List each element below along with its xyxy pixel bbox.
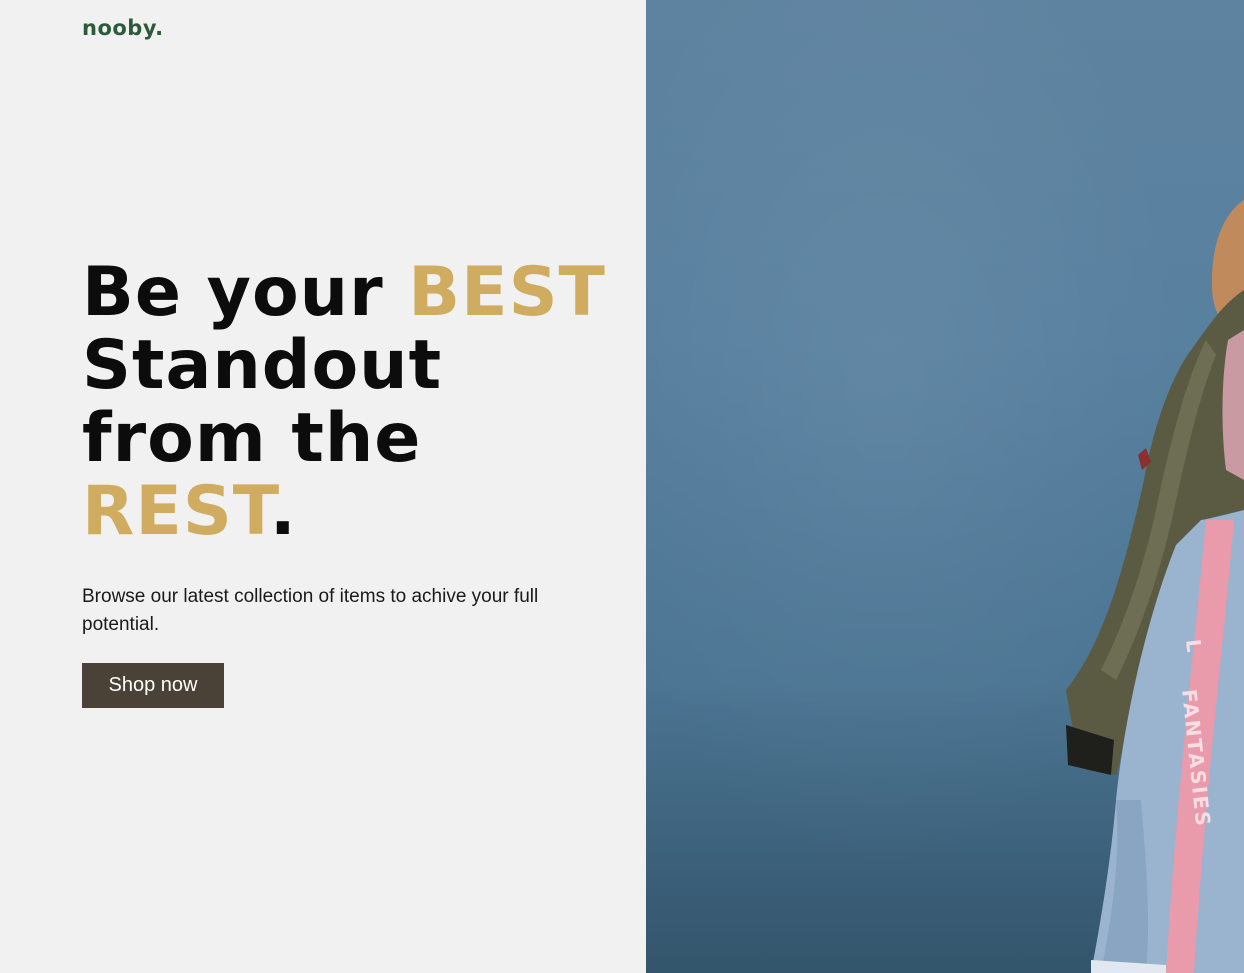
hero-description: Browse our latest collection of items to… [82,586,539,635]
headline-period: . [269,472,297,551]
headline-line-2: Standout [82,326,443,405]
headline-accent-rest: REST [82,472,270,551]
shop-now-button[interactable]: Shop now [82,663,224,708]
model-photo: FANTASIES L [1066,200,1244,973]
headline-line-4: REST. [82,475,622,548]
headline-text: Be your [82,253,409,332]
headline-accent-best: BEST [408,253,606,332]
hero-headline: Be your BEST Standout from the REST. [82,256,622,548]
landing-page: nooby. Be your BEST Standout from the RE… [0,0,1244,973]
hero-image: FANTASIES L [646,0,1244,973]
brand-logo[interactable]: nooby. [82,16,164,40]
headline-line-1: Be your BEST [82,256,622,329]
hero-text-panel: nooby. Be your BEST Standout from the RE… [0,0,646,973]
headline-line-3: from the [82,399,422,478]
